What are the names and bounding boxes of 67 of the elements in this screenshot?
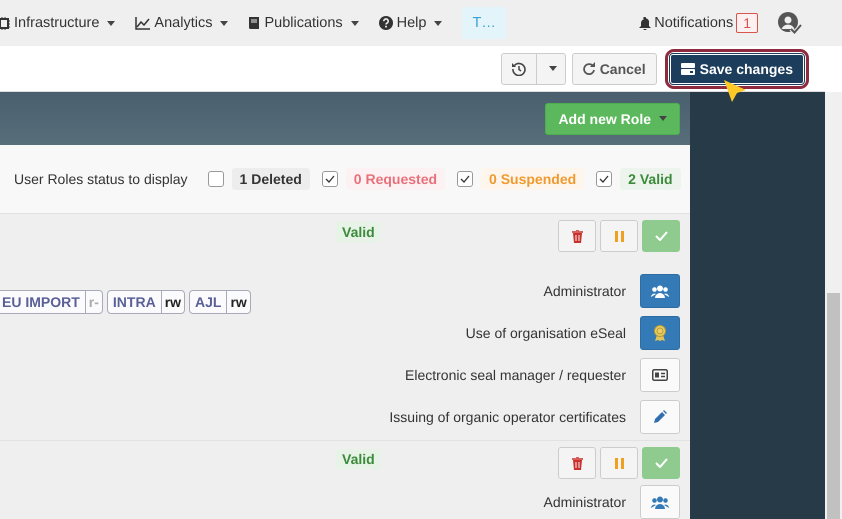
- check-icon: [324, 175, 335, 183]
- notifications-button[interactable]: Notifications: [639, 15, 734, 31]
- checkbox[interactable]: [322, 171, 338, 187]
- caret-icon: [220, 20, 228, 26]
- pointer-cursor-icon: [722, 78, 748, 104]
- delete-button[interactable]: [558, 220, 596, 252]
- users-icon: [651, 284, 669, 298]
- access-label: rw: [226, 291, 250, 313]
- status-badge: Valid: [336, 449, 381, 469]
- check-icon: [599, 175, 610, 183]
- role-label: Use of organisation eSeal: [466, 325, 626, 341]
- checkbox[interactable]: [208, 171, 224, 187]
- caret-icon: [548, 66, 557, 71]
- pencil-icon: [653, 410, 667, 424]
- role-label: Electronic seal manager / requester: [405, 367, 626, 383]
- user-check-icon[interactable]: [778, 12, 802, 34]
- trash-icon: [572, 456, 582, 470]
- role-label: Administrator: [544, 283, 626, 299]
- save-button[interactable]: Save changes: [670, 54, 804, 84]
- tag-name: AJL: [194, 293, 222, 312]
- role-label: Administrator: [544, 494, 626, 510]
- line-chart-icon: [135, 16, 150, 30]
- cancel-button[interactable]: Cancel: [572, 52, 657, 84]
- caret-icon: [350, 20, 359, 26]
- nav-menu[interactable]: Publications: [248, 15, 359, 31]
- access-label: r-: [84, 291, 102, 313]
- pause-icon: [614, 458, 624, 468]
- role-label: Issuing of organic operator certificates: [389, 409, 626, 425]
- history-icon: [512, 62, 526, 76]
- caret-icon: [434, 20, 442, 26]
- delete-button[interactable]: [558, 447, 596, 479]
- medal-icon: [653, 325, 667, 341]
- book-icon: [248, 16, 260, 30]
- trash-icon: [572, 230, 582, 242]
- checkbox[interactable]: [457, 171, 474, 187]
- status-label: 0 Suspended: [481, 168, 584, 190]
- nav-menu[interactable]: Analytics: [135, 15, 228, 31]
- checkbox[interactable]: [596, 171, 612, 187]
- users-icon: [651, 496, 669, 508]
- check-icon: [460, 175, 470, 183]
- status-badge: Valid: [336, 222, 381, 242]
- status-label: 2 Valid: [620, 168, 681, 190]
- bell-icon: [639, 16, 652, 30]
- access-label: rw: [160, 291, 184, 313]
- nav-menu[interactable]: Help: [378, 15, 442, 31]
- role-toggle-button[interactable]: [640, 316, 680, 350]
- caret-icon: [107, 20, 116, 26]
- check-icon: [654, 231, 668, 241]
- scrollbar[interactable]: [825, 92, 842, 519]
- tag-name: INTRA: [112, 293, 157, 312]
- filter-label: User Roles status to display: [14, 171, 188, 187]
- role-toggle-button[interactable]: [640, 274, 680, 308]
- status-label: 0 Requested: [346, 168, 446, 190]
- tag-name: EU IMPORT: [1, 293, 81, 312]
- check-icon: [654, 458, 668, 468]
- history-button[interactable]: [500, 52, 537, 84]
- status-label: 1 Deleted: [232, 168, 310, 190]
- hard-drive-icon: [680, 62, 695, 74]
- id-card-icon: [652, 369, 668, 381]
- chip-icon: [0, 16, 10, 30]
- pause-icon: [614, 230, 624, 242]
- help-icon: [378, 16, 393, 30]
- caret-icon: [659, 116, 667, 121]
- nav-menu[interactable]: Infrastructure: [0, 15, 116, 31]
- notification-count: 1: [736, 13, 758, 33]
- dropdown-button[interactable]: [536, 52, 566, 84]
- redo-icon: [582, 62, 595, 75]
